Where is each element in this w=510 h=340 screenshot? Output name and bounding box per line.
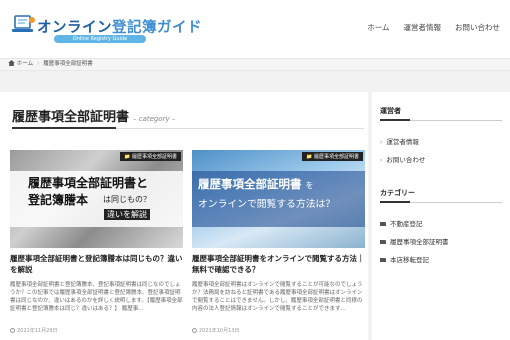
page-title-text: 履歴事項全部証明書 [12, 110, 130, 125]
chevron-right-icon: › [380, 157, 383, 164]
thumbnail-text: 登記簿謄本 [28, 193, 89, 207]
thumbnail-text: 履歴事項全部証明書と [28, 176, 149, 190]
sidebar-category-relocation[interactable]: 本店移転登記 [380, 254, 429, 264]
article-title[interactable]: 履歴事項全部証明書と登記簿謄本は同じもの？違いを解説 [10, 253, 183, 277]
widget-title-operator: 運営者 [380, 107, 401, 115]
clock-icon [10, 328, 15, 333]
breadcrumb-home[interactable]: ホーム [17, 61, 33, 67]
breadcrumb-current: 履歴事項全部証明書 [43, 61, 93, 67]
widget-divider [380, 119, 502, 121]
folder-icon [380, 240, 386, 244]
article-title[interactable]: 履歴事項全部証明書をオンラインで閲覧する方法｜無料で確認できる？ [192, 253, 365, 277]
home-icon [8, 60, 15, 66]
logo-title-part-b: 登記簿ガイド [112, 20, 202, 36]
folder-icon [380, 222, 386, 226]
site-logo[interactable]: オンライン登記簿ガイド Online Registry Guide [10, 10, 202, 46]
category-tag: 📁 履歴事項全部証明書 [120, 152, 181, 161]
sidebar-link-operator[interactable]: › 運営者情報 [380, 136, 419, 146]
page-title: 履歴事項全部証明書 – category – [12, 106, 175, 125]
article-card[interactable]: 📁 履歴事項全部証明書 履歴事項全部証明書 を オンラインで閲覧する方法は？ 履… [192, 150, 365, 334]
sidebar: 運営者 › 運営者情報 › お問い合わせ カテゴリー 不動産登記 履歴事項全部証明書… [372, 92, 510, 340]
article-date: 2021年11月29日 [10, 327, 183, 334]
main-content: 履歴事項全部証明書 – category – 📁 履歴事項全部証明書 履歴事項全部… [0, 92, 368, 340]
nav-contact[interactable]: お問い合わせ [455, 22, 500, 33]
clock-icon [192, 328, 197, 333]
widget-title-category: カテゴリー [380, 189, 415, 197]
article-excerpt: 履歴事項全部証明書はオンラインで閲覧することが可能なのでしょうか？法務局を訪ねる… [192, 282, 363, 312]
document-laptop-icon [12, 15, 35, 32]
title-divider [12, 127, 364, 129]
widget-divider [380, 201, 502, 203]
global-nav: ホーム 運営者情報 お問い合わせ [367, 22, 500, 33]
chevron-right-icon: › [380, 139, 383, 146]
article-date: 2021年10月13日 [192, 327, 365, 334]
sidebar-category-real-estate[interactable]: 不動産登記 [380, 218, 423, 228]
article-card[interactable]: 📁 履歴事項全部証明書 履歴事項全部証明書と 登記簿謄本 は同じもの？ 違いを解… [10, 150, 183, 334]
logo-title-part-a: オンライン [37, 20, 112, 36]
breadcrumb-separator: › [37, 61, 40, 67]
logo-subtitle: Online Registry Guide [54, 35, 146, 43]
thumbnail-text: 履歴事項全部証明書 を [198, 177, 314, 191]
category-tag: 📁 履歴事項全部証明書 [302, 152, 363, 161]
sidebar-category-history-cert[interactable]: 履歴事項全部証明書 [380, 236, 449, 246]
page-title-suffix: – category – [133, 115, 176, 123]
thumbnail-text: は同じもの？ [103, 195, 151, 204]
logo-title: オンライン登記簿ガイド [37, 16, 202, 37]
breadcrumb: ホーム › 履歴事項全部証明書 [0, 58, 510, 71]
folder-icon [380, 258, 386, 262]
article-excerpt: 履歴事項全部証明書と登記簿謄本、登記事項証明書は同じなのでしょうか？この記事では… [10, 282, 183, 312]
article-thumbnail[interactable]: 📁 履歴事項全部証明書 履歴事項全部証明書と 登記簿謄本 は同じもの？ 違いを解… [10, 150, 183, 248]
nav-operator[interactable]: 運営者情報 [404, 22, 442, 33]
nav-home[interactable]: ホーム [367, 22, 389, 33]
article-thumbnail[interactable]: 📁 履歴事項全部証明書 履歴事項全部証明書 を オンラインで閲覧する方法は？ [192, 150, 365, 248]
thumbnail-text: オンラインで閲覧する方法は？ [198, 199, 336, 210]
sidebar-link-contact[interactable]: › お問い合わせ [380, 154, 425, 164]
site-header: オンライン登記簿ガイド Online Registry Guide ホーム 運営… [0, 0, 510, 58]
thumbnail-text: 違いを解説 [104, 209, 150, 220]
